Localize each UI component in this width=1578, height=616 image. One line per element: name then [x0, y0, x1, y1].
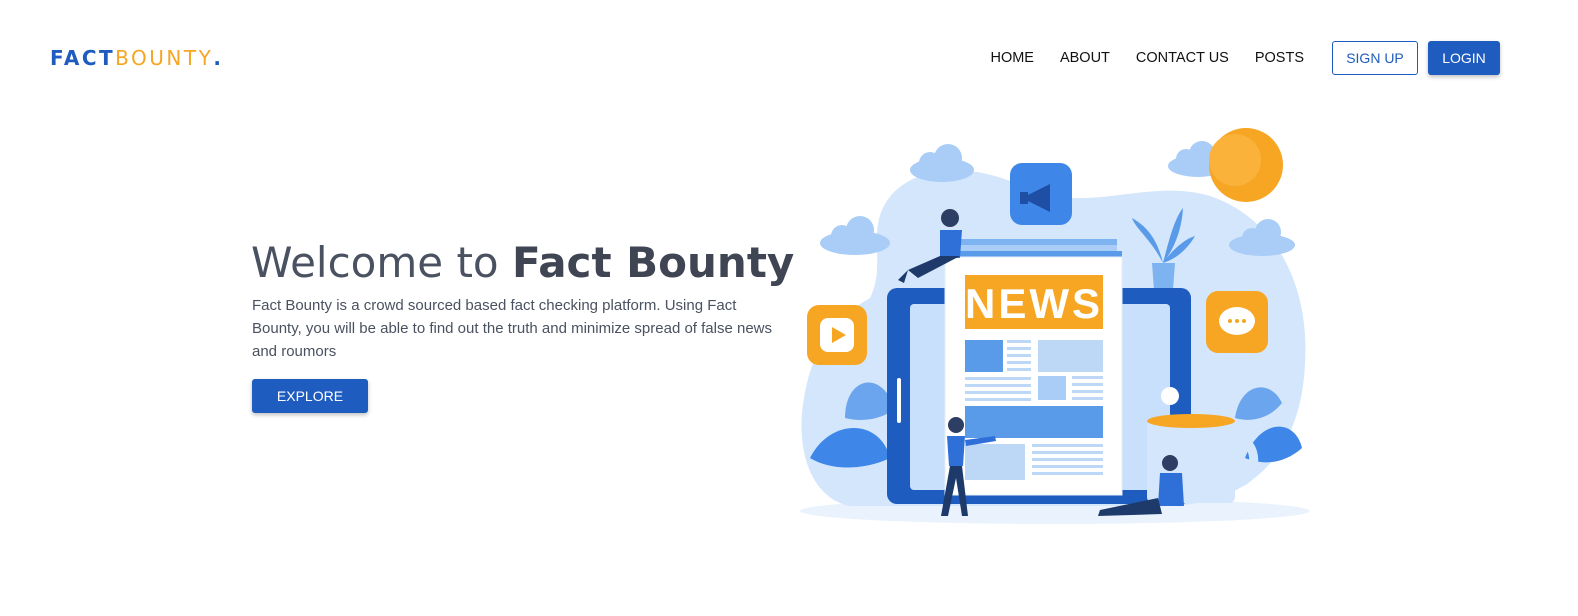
news-image — [1038, 376, 1066, 400]
nav-about[interactable]: ABOUT — [1060, 50, 1110, 66]
hero-description: Fact Bounty is a crowd sourced based fac… — [252, 297, 773, 360]
hero-title-brand: Fact Bounty — [511, 238, 795, 287]
nav-posts[interactable]: POSTS — [1255, 50, 1304, 66]
coffee — [1147, 414, 1235, 428]
logo[interactable]: FACTBOUNTY. — [50, 46, 223, 70]
logo-dot: . — [213, 46, 224, 70]
news-block — [965, 406, 1103, 438]
explore-button[interactable]: EXPLORE — [252, 379, 368, 413]
hero-title-prefix: Welcome to — [251, 238, 512, 287]
login-button[interactable]: LOGIN — [1428, 41, 1500, 75]
logo-fact: FACT — [50, 46, 116, 70]
sign-up-button[interactable]: SIGN UP — [1332, 41, 1418, 75]
news-image — [1038, 340, 1103, 372]
news-image — [965, 444, 1025, 480]
main-nav: HOME ABOUT CONTACT US POSTS SIGN UP LOGI… — [990, 41, 1500, 75]
tablet-camera — [1161, 387, 1179, 405]
sun-highlight — [1209, 134, 1261, 186]
hero-title: Welcome to Fact Bounty — [251, 238, 794, 287]
tablet-button — [897, 378, 901, 423]
news-illustration: NEWS — [800, 128, 1310, 524]
cloud-icon — [910, 144, 974, 182]
plant-pot — [1152, 263, 1175, 290]
paper-stack — [955, 239, 1117, 245]
nav-home[interactable]: HOME — [990, 50, 1034, 66]
logo-bounty: BOUNTY — [115, 46, 214, 70]
nav-contact-us[interactable]: CONTACT US — [1136, 50, 1229, 66]
news-image — [965, 340, 1003, 372]
news-heading: NEWS — [965, 280, 1103, 327]
